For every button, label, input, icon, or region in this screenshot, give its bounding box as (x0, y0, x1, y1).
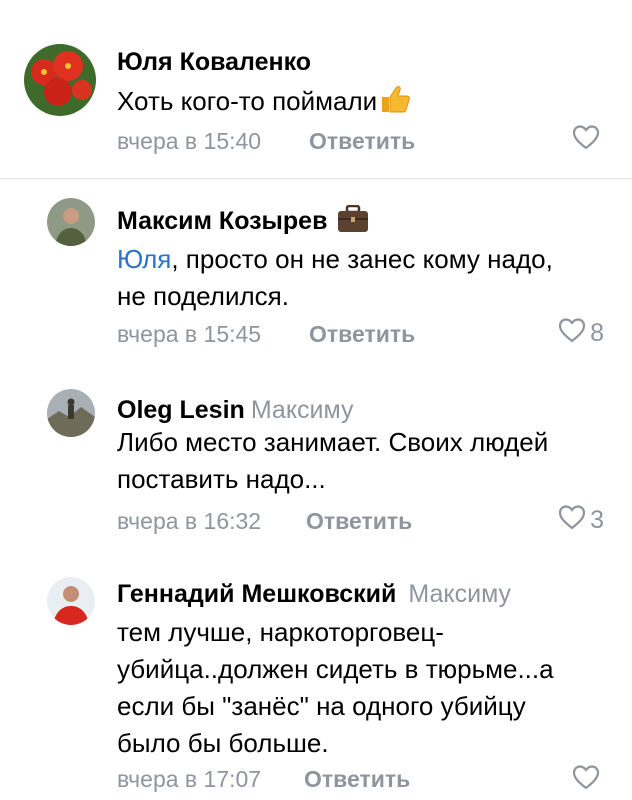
thumbs-up-icon (379, 84, 411, 124)
comment-text: Хоть кого-то поймали (117, 83, 411, 124)
reply-to-label[interactable]: Максиму (251, 396, 354, 424)
avatar[interactable] (47, 198, 95, 246)
comment-time: вчера в 15:40 (117, 128, 262, 154)
comment-time: вчера в 15:45 (117, 321, 262, 347)
comment-line: было бы больше. (117, 728, 329, 758)
comment-item: Oleg Lesin Максиму Либо место занимает. С… (0, 370, 632, 560)
heart-icon (572, 764, 600, 797)
comment-line: если бы "занёс" на одного убийцу (117, 691, 526, 721)
reply-button[interactable]: Ответить (306, 508, 412, 535)
comment-line: Хоть кого-то поймали (117, 86, 378, 116)
like-count: 3 (590, 506, 604, 534)
mention-link[interactable]: Юля (117, 244, 171, 274)
like-button[interactable]: 8 (558, 317, 604, 350)
avatar[interactable] (47, 389, 95, 437)
comment-line: убийца..должен сидеть в тюрьме...а (117, 654, 554, 684)
briefcase-icon (336, 204, 370, 240)
comment-item: Максим Козырев Юля, просто он не занес к… (0, 179, 632, 369)
comment-line: , просто он не занес кому надо, (171, 244, 553, 274)
comment-line: тем лучше, наркоторговец- (117, 617, 444, 647)
comment-header: Юля Коваленко (117, 48, 311, 77)
comment-header: Геннадий Мешковский Максиму (117, 580, 511, 609)
author-name[interactable]: Юля Коваленко (117, 48, 311, 76)
comment-line: поставить надо... (117, 464, 326, 494)
author-name[interactable]: Максим Козырев (117, 207, 327, 235)
comment-line: Либо место занимает. Своих людей (117, 427, 549, 457)
reply-button[interactable]: Ответить (304, 766, 410, 793)
comment-time: вчера в 16:32 (117, 508, 262, 534)
like-button[interactable] (572, 764, 604, 797)
comment-item: Юля Коваленко Хоть кого-то поймали вчера… (0, 0, 632, 178)
comment-time: вчера в 17:07 (117, 766, 262, 792)
reply-to-label[interactable]: Максиму (408, 580, 511, 608)
heart-icon (558, 317, 586, 350)
heart-icon (572, 124, 600, 157)
reply-button[interactable]: Ответить (309, 128, 415, 155)
comment-item: Геннадий Мешковский Максиму тем лучше, на… (0, 560, 632, 800)
avatar[interactable] (24, 44, 96, 116)
comment-text: Юля, просто он не занес кому надо, не по… (117, 241, 553, 315)
author-name[interactable]: Oleg Lesin (117, 396, 245, 424)
reply-button[interactable]: Ответить (309, 321, 415, 348)
author-name[interactable]: Геннадий Мешковский (117, 580, 396, 608)
like-button[interactable] (572, 124, 604, 157)
heart-icon (558, 504, 586, 537)
comment-header: Максим Козырев (117, 204, 370, 240)
like-count: 8 (590, 319, 604, 347)
like-button[interactable]: 3 (558, 504, 604, 537)
comment-text: Либо место занимает. Своих людей постави… (117, 424, 548, 498)
avatar[interactable] (47, 577, 95, 625)
comment-text: тем лучше, наркоторговец- убийца..должен… (117, 614, 554, 762)
comment-header: Oleg Lesin Максиму (117, 396, 353, 425)
comment-line: не поделился. (117, 281, 289, 311)
